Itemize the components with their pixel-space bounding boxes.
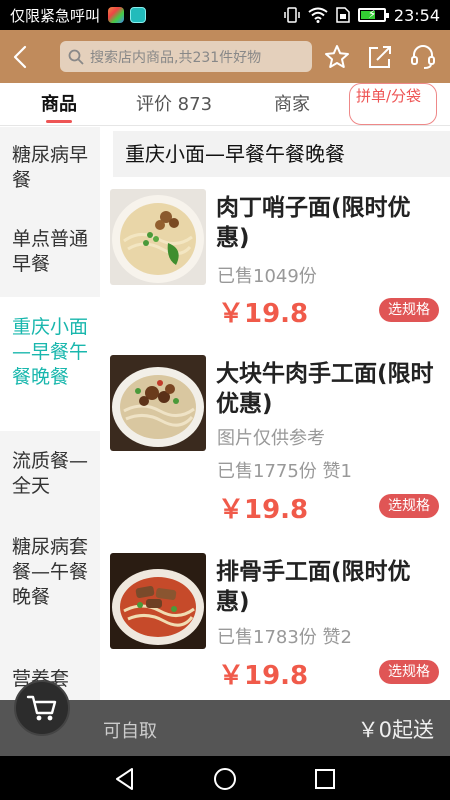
star-icon xyxy=(325,44,349,68)
cart-icon xyxy=(26,695,57,721)
search-icon xyxy=(68,49,84,65)
system-nav-bar xyxy=(0,756,450,800)
battery-icon: ⚡ xyxy=(357,7,389,22)
carrier-text: 仅限紧急呼叫 xyxy=(10,6,101,25)
sidebar-item-diabetic-breakfast[interactable]: 糖尿病早餐 xyxy=(0,143,100,203)
status-bar: 仅限紧急呼叫 ⚡ 23:54 xyxy=(0,0,450,30)
customer-service-icon xyxy=(411,44,435,69)
cart-button[interactable] xyxy=(14,680,70,736)
product-image[interactable] xyxy=(110,189,206,285)
share-icon xyxy=(369,45,391,68)
product-price: ￥19.8 xyxy=(218,299,309,329)
product-price: ￥19.8 xyxy=(218,661,309,691)
product-name: 排骨手工面(限时优惠) xyxy=(216,559,411,615)
sidebar-item-diabetic-set[interactable]: 糖尿病套餐—午餐晚餐 xyxy=(0,535,100,639)
sidebar-item-basic-breakfast[interactable]: 单点普通早餐 xyxy=(0,227,100,287)
tab-merchant-label: 商家 xyxy=(274,94,310,115)
product-sold: 已售1775份 赞1 xyxy=(217,461,352,482)
tab-products-label: 商品 xyxy=(41,94,77,115)
min-order-label[interactable]: ￥0起送 xyxy=(358,714,434,744)
sim-icon xyxy=(336,7,350,23)
tab-merchant[interactable]: 商家 xyxy=(266,83,318,126)
tab-bar: 商品 评价 873 商家 拼单/分袋 xyxy=(0,83,450,126)
search-input[interactable]: 搜索店内商品,共231件好物 xyxy=(60,41,312,72)
sidebar-item-label: 流质餐—全天 xyxy=(12,450,89,497)
back-button[interactable] xyxy=(0,30,40,83)
product-item[interactable]: 大块牛肉手工面(限时优惠) 图片仅供参考 已售1775份 赞1 ￥19.8 选规… xyxy=(100,355,450,555)
sidebar-item-liquid-meal[interactable]: 流质餐—全天 xyxy=(0,449,100,509)
sidebar-item-chongqing-noodles[interactable]: 重庆小面—早餐午餐晚餐 xyxy=(0,297,100,431)
product-image[interactable] xyxy=(110,355,206,451)
active-tab-indicator xyxy=(46,120,72,123)
select-spec-button[interactable]: 选规格 xyxy=(379,660,439,684)
nav-back-icon[interactable] xyxy=(112,766,138,792)
back-arrow-icon xyxy=(13,45,27,68)
clock: 23:54 xyxy=(393,5,440,25)
section-title: 重庆小面—早餐午餐晚餐 xyxy=(113,131,450,177)
pickup-label: 可自取 xyxy=(103,721,157,742)
search-placeholder: 搜索店内商品,共231件好物 xyxy=(90,49,262,66)
notification-app-icon xyxy=(108,7,125,23)
product-sold: 已售1783份 赞2 xyxy=(217,627,352,648)
sidebar-item-label: 单点普通早餐 xyxy=(12,228,89,275)
vibrate-icon xyxy=(284,7,300,23)
nav-recents-icon[interactable] xyxy=(312,766,338,792)
sidebar-item-label: 重庆小面—早餐午餐晚餐 xyxy=(12,316,89,388)
shop-header: 搜索店内商品,共231件好物 xyxy=(0,30,450,83)
tab-reviews-label: 评价 873 xyxy=(135,94,213,115)
sidebar-item-label: 糖尿病早餐 xyxy=(12,144,89,191)
select-spec-button[interactable]: 选规格 xyxy=(379,298,439,322)
category-sidebar: 糖尿病早餐 单点普通早餐 重庆小面—早餐午餐晚餐 流质餐—全天 糖尿病套餐—午餐… xyxy=(0,127,100,700)
product-sold: 已售1049份 xyxy=(217,266,317,287)
nav-home-icon[interactable] xyxy=(212,766,238,792)
product-item[interactable]: 排骨手工面(限时优惠) 已售1783份 赞2 ￥19.8 选规格 xyxy=(100,553,450,700)
favorite-button[interactable] xyxy=(319,30,355,83)
product-name: 肉丁哨子面(限时优惠) xyxy=(216,195,411,251)
select-spec-button[interactable]: 选规格 xyxy=(379,494,439,518)
tab-group-order-label: 拼单/分袋 xyxy=(356,87,422,105)
wifi-icon xyxy=(308,7,328,23)
product-list: 重庆小面—早餐午餐晚餐 肉丁哨子面(限时优惠) 已售1049份 ￥19.8 选规… xyxy=(100,127,450,700)
share-button[interactable] xyxy=(362,30,398,83)
tab-group-order[interactable]: 拼单/分袋 xyxy=(349,83,437,125)
product-name: 大块牛肉手工面(限时优惠) xyxy=(216,361,434,417)
notification-image-icon xyxy=(130,7,147,23)
tab-products[interactable]: 商品 xyxy=(30,83,88,126)
customer-service-button[interactable] xyxy=(405,30,441,83)
product-price: ￥19.8 xyxy=(218,495,309,525)
product-item[interactable]: 肉丁哨子面(限时优惠) 已售1049份 ￥19.8 选规格 xyxy=(100,189,450,359)
product-note: 图片仅供参考 xyxy=(217,428,325,449)
sidebar-item-label: 糖尿病套餐—午餐晚餐 xyxy=(12,536,89,608)
product-image[interactable] xyxy=(110,553,206,649)
tab-reviews[interactable]: 评价 873 xyxy=(128,83,220,126)
